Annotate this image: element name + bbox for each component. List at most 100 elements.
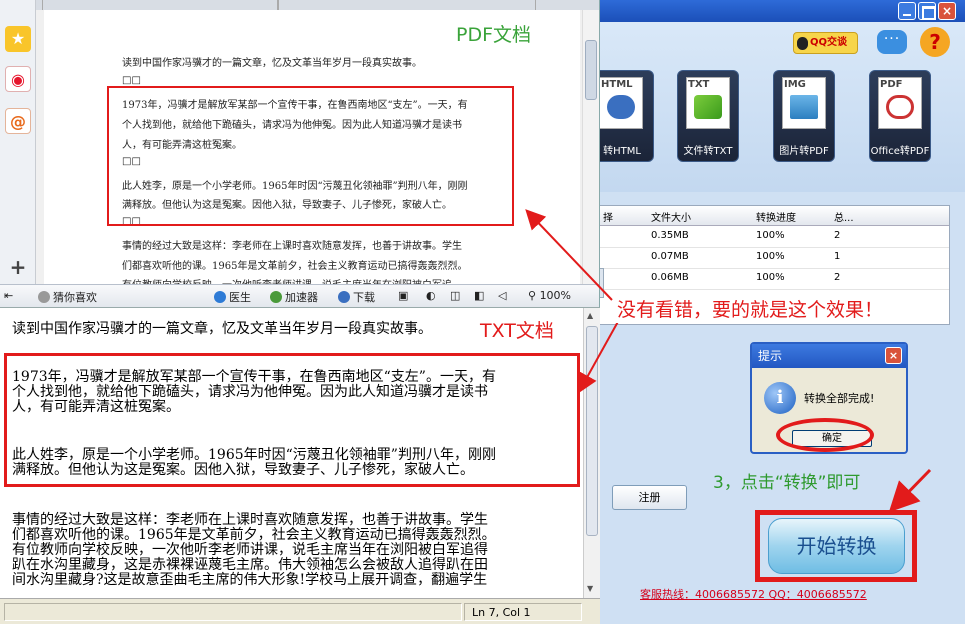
minimize-button[interactable]: [898, 2, 916, 20]
txt-text-line: 事情的经过大致是这样：李老师在上课时喜欢随意发挥，也善于讲故事。学生: [12, 512, 488, 528]
doctor-button[interactable]: 医生: [214, 289, 251, 305]
zoom-control[interactable]: ⚲ 100%: [528, 289, 571, 302]
help-icon[interactable]: ?: [920, 27, 950, 57]
pdf-sidebar: ★ ◉ @ +: [0, 0, 36, 284]
maximize-button[interactable]: [918, 2, 936, 20]
txt-text-line: 读到中国作家冯骥才的一篇文章，忆及文革当年岁月一段真实故事。: [12, 321, 432, 337]
txt-text-line: 趴在水沟里藏身，这是赤裸裸诬蔑毛主席。伟大领袖怎么会被敌人追得趴在田: [12, 557, 488, 573]
pdf-text-line: □□: [122, 75, 141, 86]
txt-scrollbar[interactable]: ▲ ▼: [583, 308, 600, 598]
tool-label: 图片转PDF: [779, 146, 829, 157]
file-size-cell: 0.35MB: [651, 230, 689, 241]
star-icon[interactable]: ★: [5, 26, 31, 52]
status-icon[interactable]: ◧: [474, 289, 484, 302]
info-icon: i: [764, 382, 796, 414]
txt-text-line: 们都喜欢听他的课。1965年是文革前夕，社会主义教育运动已搞得轰轰烈烈。: [12, 527, 496, 543]
pdf-text-line: 们都喜欢听他的课。1965年是文革前夕，社会主义教育运动已搞得轰轰烈烈。: [122, 261, 468, 272]
pdf-text-line: 读到中国作家冯骥才的一篇文章，忆及文革当年岁月一段真实故事。: [122, 58, 422, 69]
dialog-title: 提示: [752, 344, 906, 368]
status-icon[interactable]: ▣: [398, 289, 408, 302]
picture-icon: [790, 95, 818, 119]
tool-tag: TXT: [688, 79, 710, 90]
column-header[interactable]: 总...: [834, 209, 854, 224]
notepad-window: 读到中国作家冯骥才的一篇文章，忆及文革当年岁月一段真实故事。 1973年，冯骥才…: [0, 307, 600, 624]
register-button[interactable]: 注册: [612, 485, 687, 510]
hotline-link[interactable]: 客服热线：4006685572 QQ：4006685572: [640, 586, 867, 602]
back-icon[interactable]: ⇤: [4, 289, 13, 302]
progress-cell: 100%: [756, 251, 785, 262]
pdf-scrollbar[interactable]: [582, 10, 599, 284]
close-button[interactable]: ×: [938, 2, 956, 20]
download-button[interactable]: 下载: [338, 289, 375, 305]
start-convert-button[interactable]: 开始转换: [768, 518, 905, 574]
dot-icon: [38, 291, 50, 303]
tool-office-to-pdf-button[interactable]: PDF Office转PDF: [869, 70, 931, 162]
status-icon[interactable]: ◫: [450, 289, 460, 302]
speaker-icon[interactable]: ◁: [498, 289, 506, 302]
browser-icon[interactable]: ◐: [426, 289, 436, 302]
tool-label: 文件转TXT: [683, 146, 733, 157]
tool-image-to-pdf-button[interactable]: IMG 图片转PDF: [773, 70, 835, 162]
table-header: 择 文件大小 转换进度 总...: [591, 206, 949, 226]
tool-label: Office转PDF: [870, 146, 930, 157]
download-label: 下载: [353, 291, 375, 304]
notepad-status-bar: Ln 7, Col 1: [0, 598, 600, 624]
acrobat-icon: [886, 95, 914, 119]
doctor-label: 医生: [229, 291, 251, 304]
dialog-close-button[interactable]: ×: [885, 347, 902, 364]
tool-tag: IMG: [784, 79, 806, 90]
scroll-up-icon[interactable]: ▲: [587, 311, 593, 320]
pdf-reader-window: ★ ◉ @ + PDF文档 读到中国作家冯骥才的一篇文章，忆及文革当年岁月一段真…: [0, 0, 600, 307]
accelerator-button[interactable]: 加速器: [270, 289, 318, 305]
column-header[interactable]: 择: [603, 209, 613, 224]
total-cell: 1: [834, 251, 841, 262]
doctor-icon: [214, 291, 226, 303]
txt-text-line: 间水沟里藏身?这是故意歪曲毛主席的伟大形象!学校马上展开调查，翻遍学生: [12, 572, 488, 588]
tab-strip: [36, 0, 599, 10]
txt-text-line: 有位教师向学校反映，一次他听李老师讲课，说毛主席当年在浏阳被白军追得: [12, 542, 488, 558]
tool-file-to-txt-button[interactable]: TXT 文件转TXT: [677, 70, 739, 162]
scroll-thumb[interactable]: [586, 326, 598, 536]
progress-cell: 100%: [756, 272, 785, 283]
magnifier-icon: ⚲: [528, 289, 540, 302]
checkmark-icon: [694, 95, 722, 119]
pdf-highlight-box: [107, 86, 514, 226]
column-header[interactable]: 文件大小: [651, 209, 691, 224]
accelerator-label: 加速器: [285, 291, 318, 304]
tool-tag: PDF: [880, 79, 903, 90]
column-header[interactable]: 转换进度: [756, 209, 796, 224]
annotation-text: 没有看错，要的就是这个效果！: [613, 294, 888, 323]
table-row[interactable]: 0.35MB 100% 2: [591, 227, 949, 248]
txt-highlight-box: [4, 353, 580, 487]
pdf-doc-label: PDF文档: [456, 24, 532, 46]
mail-icon[interactable]: @: [5, 108, 31, 134]
dialog-message: 转换全部完成!: [804, 392, 875, 405]
progress-cell: 100%: [756, 230, 785, 241]
weibo-icon[interactable]: ◉: [5, 66, 31, 92]
globe-icon: [607, 95, 635, 119]
like-label: 猜你喜欢: [53, 291, 97, 304]
file-size-cell: 0.07MB: [651, 251, 689, 262]
cursor-position: Ln 7, Col 1: [472, 606, 531, 619]
rocket-icon: [270, 291, 282, 303]
total-cell: 2: [834, 230, 841, 241]
step-instruction: 3，点击“转换”即可: [713, 473, 861, 493]
table-row[interactable]: 0.07MB 100% 1: [591, 248, 949, 269]
total-cell: 2: [834, 272, 841, 283]
tab[interactable]: [42, 0, 278, 10]
plus-icon[interactable]: +: [5, 254, 31, 280]
browser-status-bar: ⇤ 猜你喜欢 医生 加速器 下载 ▣ ◐ ◫ ◧ ◁ ⚲ 100%: [0, 284, 599, 307]
tab[interactable]: [278, 0, 536, 10]
table-row[interactable]: 0.06MB 100% 2: [591, 269, 949, 290]
qq-chat-button[interactable]: QQ交谈: [793, 32, 858, 54]
converter-titlebar: ×: [590, 0, 965, 22]
zoom-level: 100%: [539, 289, 572, 302]
scroll-down-icon[interactable]: ▼: [587, 584, 593, 593]
tool-tag: HTML: [601, 79, 633, 90]
download-icon: [338, 291, 350, 303]
scroll-thumb[interactable]: [585, 40, 597, 100]
chat-bubble-icon[interactable]: ···: [877, 30, 907, 54]
like-link[interactable]: 猜你喜欢: [38, 289, 97, 305]
pdf-text-line: 事情的经过大致是这样：李老师在上课时喜欢随意发挥，也善于讲故事。学生: [122, 241, 462, 252]
tool-label: 转HTML: [603, 146, 641, 157]
